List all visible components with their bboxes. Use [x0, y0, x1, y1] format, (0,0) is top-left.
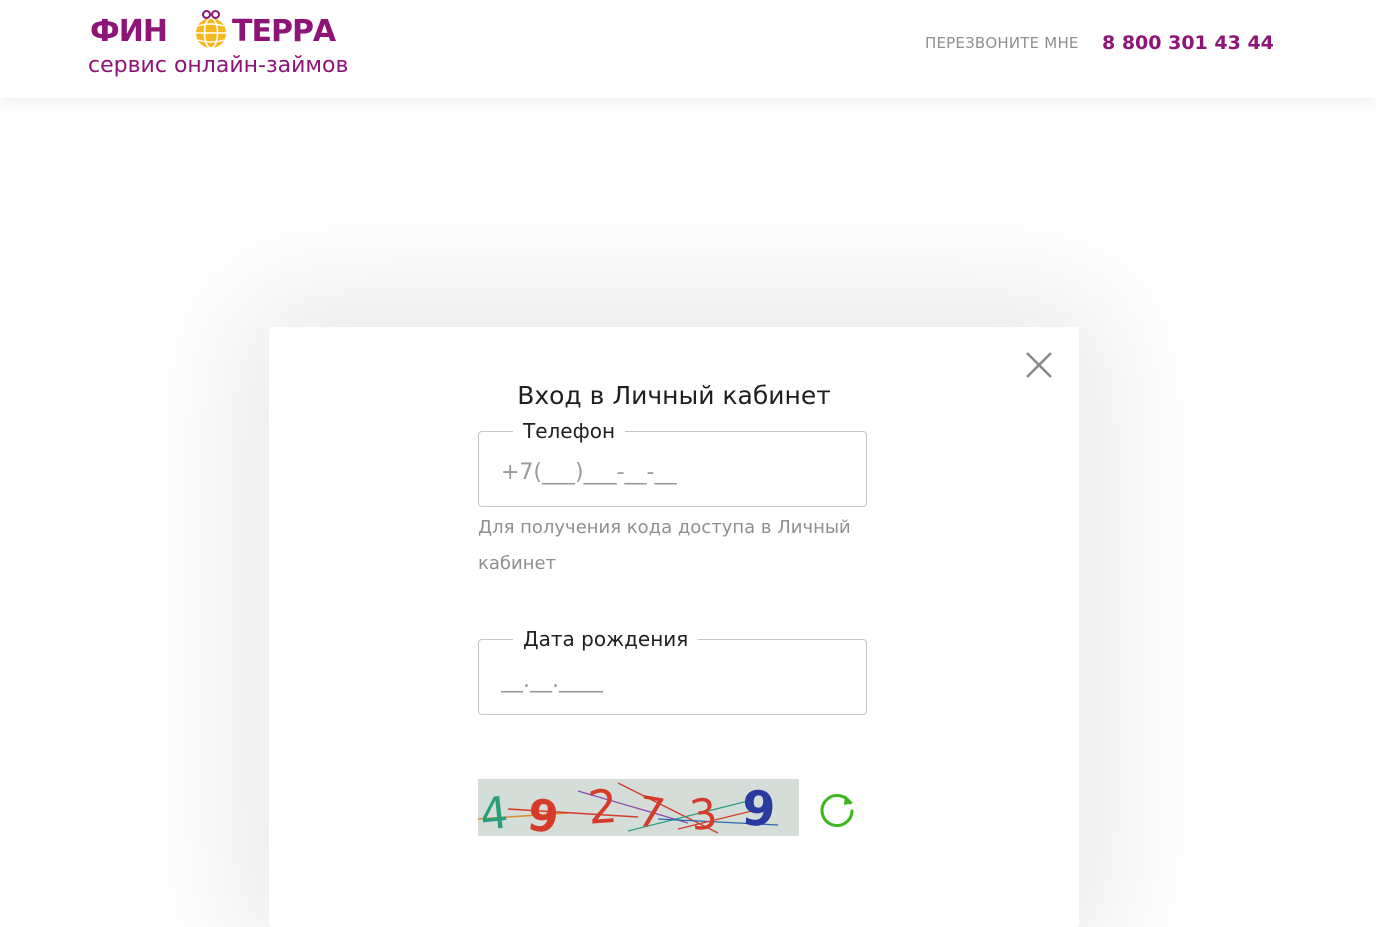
refresh-icon[interactable]	[816, 787, 860, 831]
captcha-image: 492739	[478, 779, 799, 836]
site-header: ФИН ТЕРРА сервис онлайн-займов ПЕРЕЗВОНИ…	[0, 0, 1376, 98]
login-modal-title: Вход в Личный кабинет	[517, 381, 831, 410]
globe-icon	[196, 10, 226, 49]
callback-link[interactable]: ПЕРЕЗВОНИТЕ МНЕ	[925, 33, 1079, 53]
captcha-digit: 9	[740, 780, 777, 836]
captcha-digit: 4	[478, 787, 511, 836]
logo-tagline: сервис онлайн-займов	[88, 53, 349, 78]
birthdate-field-label: Дата рождения	[513, 626, 699, 652]
logo-word-right: ТЕРРА	[232, 14, 336, 49]
captcha-digit: 2	[586, 779, 619, 835]
phone-field: Телефон	[478, 418, 867, 507]
captcha-digit: 9	[524, 790, 561, 836]
birthdate-field: Дата рождения	[478, 626, 867, 715]
site-logo[interactable]: ФИН ТЕРРА сервис онлайн-займов	[88, 4, 368, 84]
phone-field-label: Телефон	[513, 418, 626, 444]
phone-input[interactable]	[501, 454, 841, 490]
login-modal: Вход в Личный кабинет Телефон Для получе…	[269, 327, 1079, 927]
phone-number-link[interactable]: 8 800 301 43 44	[1102, 30, 1274, 56]
close-icon[interactable]	[1021, 347, 1057, 383]
birthdate-input[interactable]	[501, 662, 841, 698]
phone-hint: Для получения кода доступа в Личный каби…	[478, 517, 851, 574]
logo-word-left: ФИН	[90, 14, 168, 49]
